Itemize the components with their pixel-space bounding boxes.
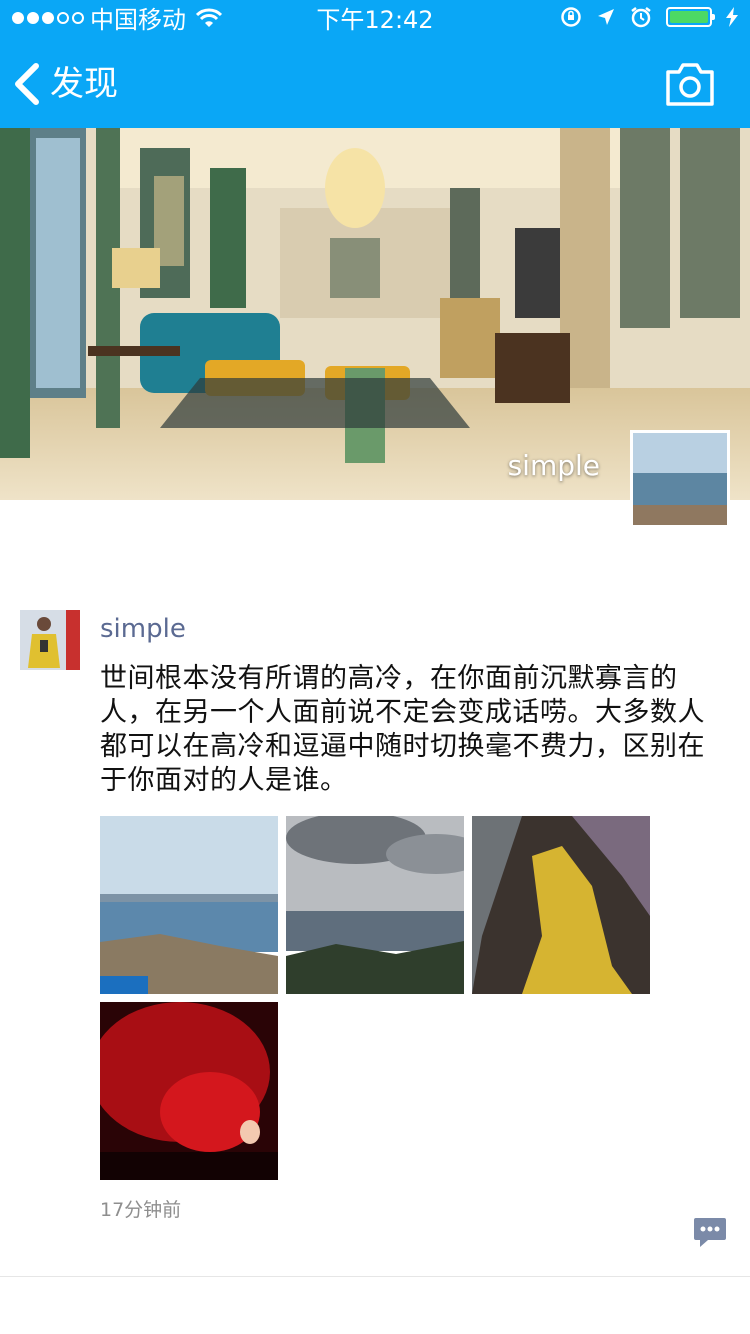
person-avatar-image [20, 610, 80, 670]
chevron-left-icon [15, 63, 39, 105]
charging-icon [726, 7, 738, 27]
post-timestamp: 17分钟前 [100, 1199, 182, 1221]
photo-thumbnail[interactable] [472, 816, 650, 994]
city-view-image [286, 816, 464, 994]
photo-thumbnail[interactable] [286, 816, 464, 994]
post-username[interactable]: simple [100, 610, 186, 648]
photo-thumbnail[interactable] [100, 1002, 278, 1180]
nav-bar: 发现 [0, 40, 750, 128]
alarm-icon [631, 7, 651, 28]
comment-bubble-icon[interactable] [692, 1214, 728, 1250]
cover-username: simple [507, 449, 600, 482]
back-label: 发现 [50, 64, 118, 104]
status-bar: 中国移动 下午12:42 [0, 0, 750, 40]
photo-thumbnail[interactable] [100, 816, 278, 994]
camera-button[interactable] [664, 60, 716, 108]
post-text: 世间根本没有所谓的高冷，在你面前沉默寡言的人，在另一个人面前说不定会变成话唠。大… [100, 663, 705, 796]
top-bar: 中国移动 下午12:42 发现 [0, 0, 750, 128]
sea-avatar-image [633, 433, 727, 525]
divider [0, 1276, 750, 1277]
sea-coast-image [100, 816, 278, 994]
my-avatar[interactable] [630, 430, 730, 528]
red-cave-image [100, 1002, 278, 1180]
post-avatar[interactable] [20, 610, 80, 670]
location-icon [598, 9, 614, 25]
back-button[interactable]: 发现 [12, 58, 118, 110]
cave-stalactites-image [472, 816, 650, 994]
battery-icon [666, 7, 715, 27]
rotation-lock-icon [561, 7, 581, 27]
